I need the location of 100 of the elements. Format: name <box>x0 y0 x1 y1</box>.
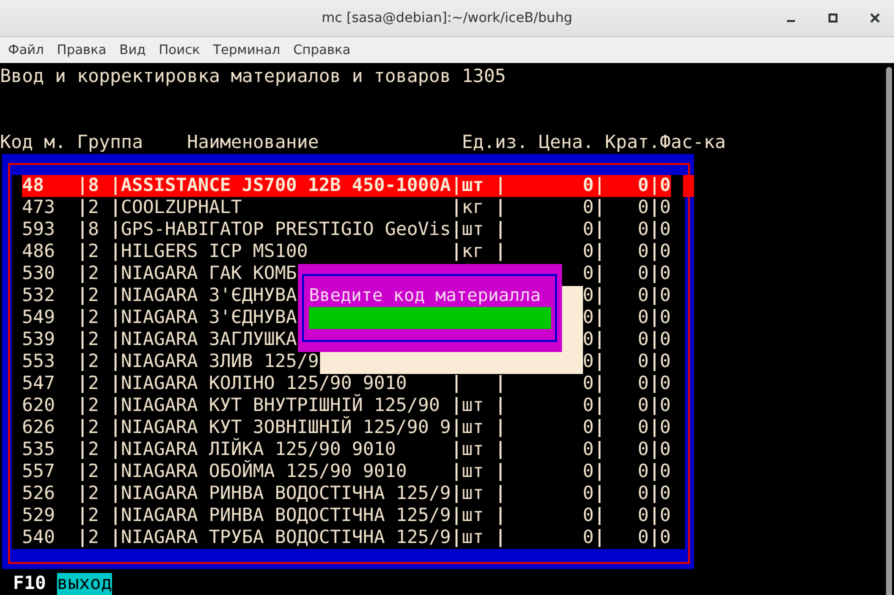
table-cell-text: 0 <box>636 263 649 285</box>
column-header: Код м. Группа Наименование Ед.из. Цена. Крат.Фас-ка <box>0 132 726 154</box>
table-cell-text: NIAGARA КОЛІНО 125/90 9010 <box>120 373 407 394</box>
table-cell-text: 532 <box>22 285 56 307</box>
table-row[interactable]: 473 2 COOLZUPHALT кг 0 0 0 <box>22 197 671 219</box>
table-cell-text: 0 <box>582 527 594 549</box>
table-cell-text: 2 <box>88 197 100 219</box>
maximize-icon[interactable] <box>827 12 839 24</box>
table-cell-text: 0 <box>636 219 649 241</box>
table-cell-text: 0 <box>582 263 594 285</box>
table-cell: 0 <box>660 417 671 439</box>
table-cell-text: 0 <box>636 483 649 505</box>
table-cell-text: шт <box>462 483 485 505</box>
table-cell-text: NIAGARA КУТ ВНУТРІШНІЙ 125/90 <box>120 395 440 416</box>
table-cell-text: 0 <box>636 197 649 219</box>
table-cell: 0 <box>660 395 671 417</box>
menu-item[interactable]: Правка <box>56 42 106 58</box>
table-cell-text: 0 <box>582 505 594 527</box>
table-cell-text: 0 <box>582 219 594 241</box>
table-cell: 0 <box>660 461 671 483</box>
table-row[interactable]: 626 2 NIAGARA КУТ ЗОВНІШНІЙ 125/90 9 шт 0 0 0 <box>22 417 671 439</box>
table-cell-text: 2 <box>88 263 100 285</box>
table-row[interactable]: 540 2 NIAGARA ТРУБА ВОДОСТІЧНА 125/9 шт 0 0 0 <box>22 527 671 549</box>
table-cell-text: NIAGARA ЛІЙКА 125/90 9010 <box>120 439 396 460</box>
table-cell-text: 0 <box>582 351 594 373</box>
table-cell-text: 2 <box>88 527 100 549</box>
table-row[interactable]: 557 2 NIAGARA ОБОЙМА 125/90 9010 шт 0 0 0 <box>22 461 671 483</box>
table-cell: HILGERS ICP MS100 <box>120 241 308 263</box>
table-cell: 0 <box>660 329 671 351</box>
table-cell-text: 0 <box>636 373 649 395</box>
table-cell: 0 <box>660 197 671 219</box>
table-cell-text: 0 <box>636 241 649 263</box>
table-cell: GPS-НАВІГАТОР PRESTIGIO GeoVis <box>120 219 451 241</box>
table-cell-text: 0 <box>582 197 594 219</box>
table-cell: NIAGARA ГАК КОМБ <box>120 263 297 285</box>
menu-item[interactable]: Файл <box>8 42 44 58</box>
table-cell-text: 2 <box>88 329 100 351</box>
table-cell: NIAGARA РИНВА ВОДОСТІЧНА 125/9 <box>120 483 451 505</box>
table-row[interactable]: 529 2 NIAGARA РИНВА ВОДОСТІЧНА 125/9 шт 0 0 0 <box>22 505 671 527</box>
table-row[interactable]: 547 2 NIAGARA КОЛІНО 125/90 9010 0 0 0 <box>22 373 671 395</box>
menu-item[interactable]: Справка <box>293 42 350 58</box>
table-row[interactable]: 593 8 GPS-НАВІГАТОР PRESTIGIO GeoVis шт 0 0 0 <box>22 219 671 241</box>
table-cell-text: 0 <box>582 175 594 197</box>
table-cell-text: 535 <box>22 439 56 461</box>
table-cell-text: 549 <box>22 307 56 329</box>
table-cell-text: 2 <box>88 373 100 395</box>
table-cell-text: 547 <box>22 373 56 395</box>
table-cell: NIAGARA ТРУБА ВОДОСТІЧНА 125/9 <box>120 527 451 549</box>
table-cell-text: 2 <box>88 307 100 329</box>
table-cell-text: 0 <box>582 373 594 395</box>
table-cell: NIAGARA З'ЄДНУВА <box>120 285 297 307</box>
table-cell-text: 0 <box>582 395 594 417</box>
table-cell-text: 553 <box>22 351 56 373</box>
table-row[interactable]: 526 2 NIAGARA РИНВА ВОДОСТІЧНА 125/9 шт 0 0 0 <box>22 483 671 505</box>
table-cell: 0 <box>660 263 671 285</box>
menu-item[interactable]: Терминал <box>212 42 280 58</box>
table-row[interactable]: 620 2 NIAGARA КУТ ВНУТРІШНІЙ 125/90 шт 0 0 0 <box>22 395 671 417</box>
table-cell-text: 0 <box>582 483 594 505</box>
table-cell-text: шт <box>462 395 485 417</box>
close-icon[interactable] <box>869 12 881 24</box>
table-cell-text: 0 <box>636 505 649 527</box>
table-cell-text: 2 <box>88 483 100 505</box>
dialog-prompt: Введите код материалла <box>309 285 542 307</box>
input-field[interactable] <box>309 307 551 329</box>
table-cell-text: 0 <box>636 417 649 439</box>
table-cell-text: 486 <box>22 241 56 263</box>
table-cell-text: 2 <box>88 505 100 527</box>
table-cell-text: 529 <box>22 505 56 527</box>
table-cell-text: 593 <box>22 219 56 241</box>
table-cell-text: 8 <box>88 175 100 197</box>
table-cell-text: 2 <box>88 461 100 483</box>
table-cell-text: шт <box>462 175 485 197</box>
scrollbar-thumb[interactable] <box>886 67 892 595</box>
table-row[interactable]: 535 2 NIAGARA ЛІЙКА 125/90 9010 шт 0 0 0 <box>22 439 671 461</box>
table-cell: 0 <box>660 241 671 263</box>
table-cell: 0 <box>660 219 671 241</box>
table-cell-text: 0 <box>582 417 594 439</box>
table-cell-text: 2 <box>88 241 100 263</box>
table-cell-text: шт <box>462 219 485 241</box>
table-cell-text: 0 <box>582 439 594 461</box>
table-cell-text: 8 <box>88 219 100 241</box>
exit-label[interactable]: выход <box>57 573 112 595</box>
table-row[interactable]: 486 2 HILGERS ICP MS100 кг 0 0 0 <box>22 241 671 263</box>
table-cell: 0 <box>660 373 671 395</box>
table-cell-text: 2 <box>88 395 100 417</box>
table-cell-text: 0 <box>636 175 649 197</box>
table-cell-text: 48 <box>22 175 45 197</box>
scroll-marker <box>683 175 694 197</box>
window-title: mc [sasa@debian]:~/work/iceB/buhg <box>322 10 572 26</box>
table-cell-text: шт <box>462 417 485 439</box>
table-cell-text: кг <box>462 197 485 219</box>
menu-item[interactable]: Поиск <box>158 42 200 58</box>
table-cell: NIAGARA З'ЄДНУВА <box>120 307 297 329</box>
table-cell: 0 <box>660 307 671 329</box>
table-cell-text: шт <box>462 439 485 461</box>
table-cell: 0 <box>660 527 671 549</box>
table-cell: 0 <box>660 285 671 307</box>
menu-item[interactable]: Вид <box>119 42 146 58</box>
table-cell-text: 526 <box>22 483 56 505</box>
table-cell-text: 0 <box>582 329 594 351</box>
